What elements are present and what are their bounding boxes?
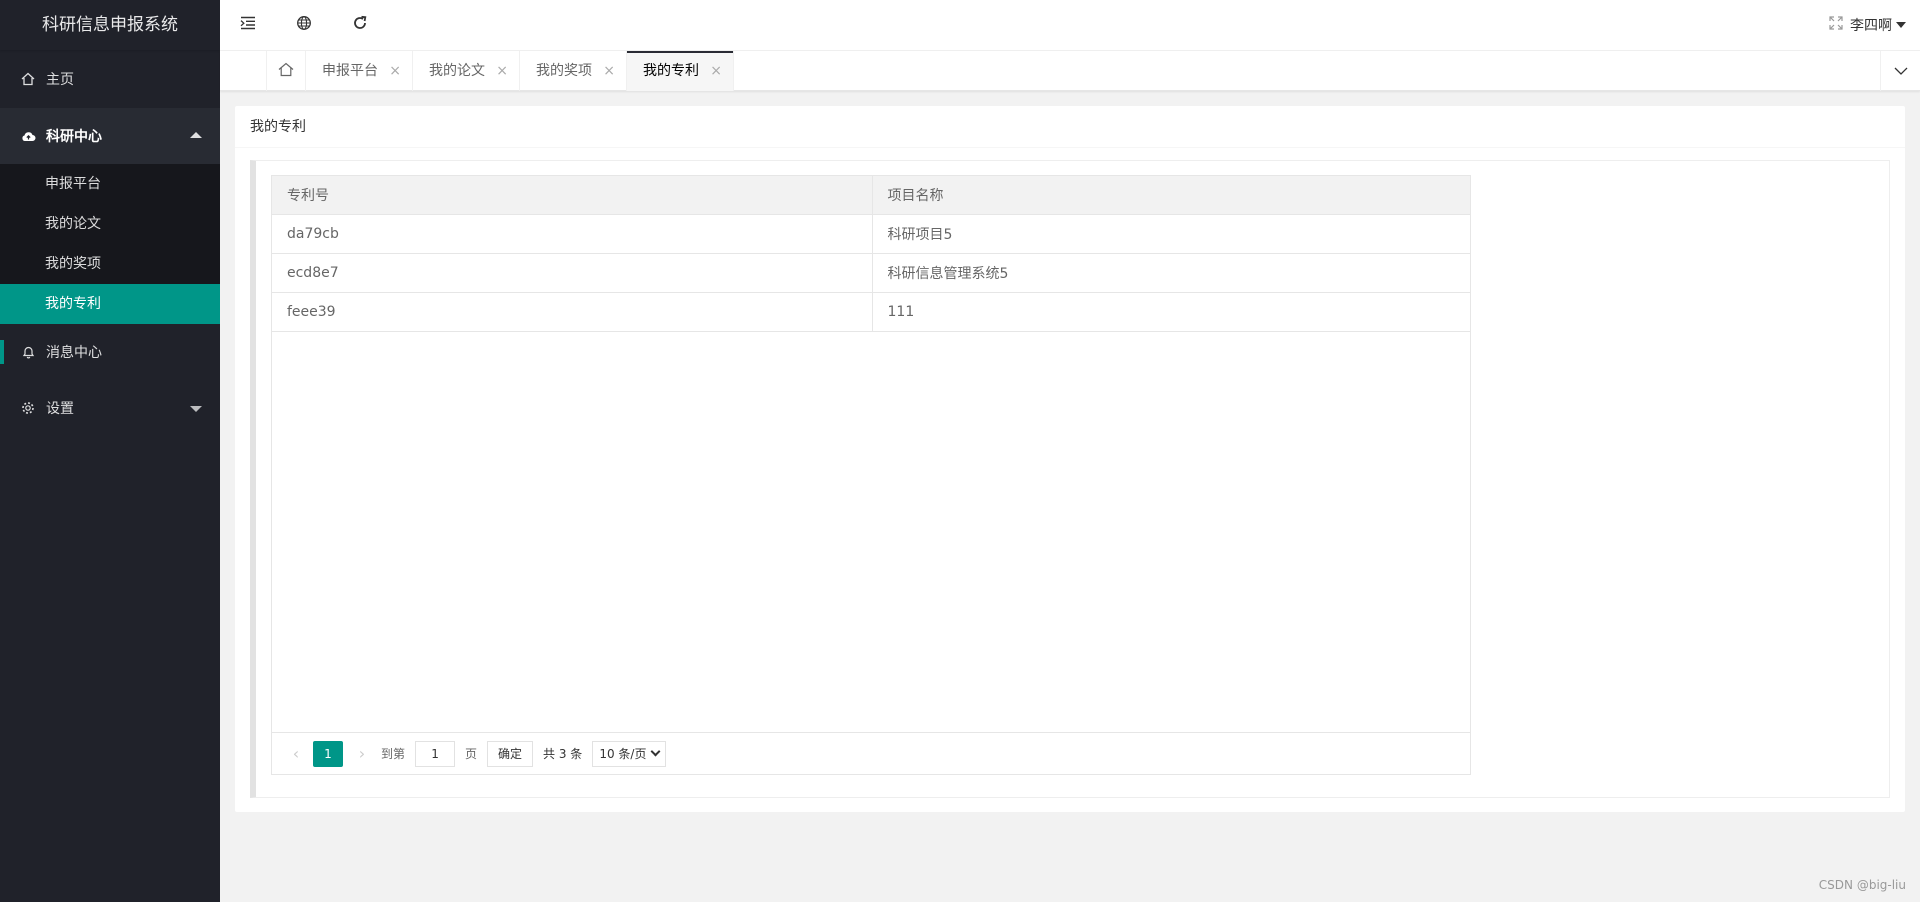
- sidebar-item-label: 科研中心: [46, 129, 102, 145]
- tab-label: 我的奖项: [536, 63, 592, 79]
- sidebar-item-label: 主页: [46, 72, 74, 88]
- goto-page-input[interactable]: [415, 740, 456, 767]
- total-count: 共 3 条: [543, 747, 583, 761]
- column-header[interactable]: 项目名称: [871, 176, 1470, 215]
- indent-icon: [240, 16, 256, 34]
- column-header[interactable]: 专利号: [272, 176, 872, 215]
- pagination: ‹ 1 › 到第 页 确定 共 3 条 10 条/页: [272, 732, 1470, 774]
- page-label: 页: [465, 747, 478, 761]
- bell-icon: [20, 344, 36, 360]
- next-page-icon[interactable]: ›: [353, 744, 371, 763]
- caret-up-icon: [190, 132, 202, 138]
- page-size-value: 10 条/页: [599, 747, 647, 761]
- sidebar-item-research[interactable]: 科研中心: [0, 108, 220, 164]
- toggle-sidebar-button[interactable]: [220, 0, 276, 50]
- table-cell: 科研信息管理系统5: [871, 253, 1470, 293]
- tabs-more-button[interactable]: [1880, 51, 1920, 91]
- sidebar-item-settings[interactable]: 设置: [0, 380, 220, 436]
- refresh-button[interactable]: [332, 0, 388, 50]
- watermark: CSDN @big-liu: [1818, 878, 1906, 892]
- tabs-bar: 申报平台 × 我的论文 × 我的奖项 × 我的专利 ×: [220, 51, 1920, 91]
- tab-list: 申报平台 × 我的论文 × 我的奖项 × 我的专利 ×: [306, 51, 734, 91]
- table-cell: ecd8e7: [272, 253, 872, 293]
- sidebar-item-label: 设置: [46, 401, 74, 417]
- top-header: 李四啊: [220, 0, 1920, 51]
- user-name: 李四啊: [1850, 18, 1892, 34]
- close-icon[interactable]: ×: [603, 51, 615, 91]
- patent-table: 专利号 项目名称 da79cb 科研项目5 ecd8e7 科研信息管理系统5 f…: [271, 175, 1471, 775]
- current-page[interactable]: 1: [313, 740, 343, 767]
- page-size-select[interactable]: 10 条/页: [592, 740, 667, 767]
- sidebar-item-my-awards[interactable]: 我的奖项: [0, 244, 220, 284]
- app-logo: 科研信息申报系统: [0, 0, 220, 50]
- chevron-down-icon: [651, 746, 661, 757]
- caret-down-icon: [1896, 22, 1906, 28]
- sidebar-item-label: 消息中心: [46, 345, 102, 361]
- tab-my-papers[interactable]: 我的论文 ×: [413, 51, 520, 91]
- close-icon[interactable]: ×: [496, 51, 508, 91]
- cloud-upload-icon: [20, 128, 36, 144]
- caret-down-icon: [190, 406, 202, 412]
- panel-title: 我的专利: [235, 106, 1905, 148]
- user-menu[interactable]: 李四啊: [1840, 0, 1920, 50]
- sidebar: 科研信息申报系统 主页 科研中心 申报平台 我的论文 我的奖项 我的专利 消息中…: [0, 0, 220, 902]
- goto-label: 到第: [381, 747, 406, 761]
- close-icon[interactable]: ×: [710, 51, 722, 91]
- sidebar-subnav: 申报平台 我的论文 我的奖项 我的专利: [0, 164, 220, 324]
- table-cell: 科研项目5: [871, 214, 1470, 254]
- home-icon: [20, 71, 36, 87]
- sidebar-item-apply-platform[interactable]: 申报平台: [0, 164, 220, 204]
- close-icon[interactable]: ×: [389, 51, 401, 91]
- website-button[interactable]: [276, 0, 332, 50]
- home-icon: [278, 62, 294, 81]
- refresh-icon: [352, 15, 368, 35]
- tab-my-awards[interactable]: 我的奖项 ×: [520, 51, 627, 91]
- sidebar-item-my-papers[interactable]: 我的论文: [0, 204, 220, 244]
- content-panel: 我的专利 专利号 项目名称 da79cb 科研项目5 ecd8e7 科研信息管理…: [235, 106, 1905, 812]
- sidebar-item-messages[interactable]: 消息中心: [0, 324, 220, 380]
- tab-label: 我的专利: [643, 63, 699, 79]
- table-cell: da79cb: [272, 214, 872, 254]
- panel-body: 专利号 项目名称 da79cb 科研项目5 ecd8e7 科研信息管理系统5 f…: [250, 160, 1890, 798]
- sidebar-item-my-patents[interactable]: 我的专利: [0, 284, 220, 324]
- sidebar-item-home[interactable]: 主页: [0, 50, 220, 108]
- chevron-down-icon: [1894, 63, 1908, 79]
- tab-label: 申报平台: [322, 63, 378, 79]
- goto-confirm-button[interactable]: 确定: [487, 740, 534, 767]
- table-header-row: 专利号 项目名称: [272, 176, 1470, 215]
- table-cell: feee39: [272, 292, 872, 332]
- gear-icon: [20, 400, 36, 416]
- prev-page-icon[interactable]: ‹: [287, 744, 305, 763]
- tab-home[interactable]: [266, 51, 306, 91]
- table-row[interactable]: feee39 111: [272, 292, 1470, 332]
- table-cell: 111: [871, 292, 1470, 332]
- globe-icon: [296, 15, 312, 35]
- tab-label: 我的论文: [429, 63, 485, 79]
- tab-apply-platform[interactable]: 申报平台 ×: [306, 51, 413, 91]
- table-row[interactable]: da79cb 科研项目5: [272, 214, 1470, 254]
- table-row[interactable]: ecd8e7 科研信息管理系统5: [272, 253, 1470, 293]
- tab-my-patents[interactable]: 我的专利 ×: [627, 51, 734, 91]
